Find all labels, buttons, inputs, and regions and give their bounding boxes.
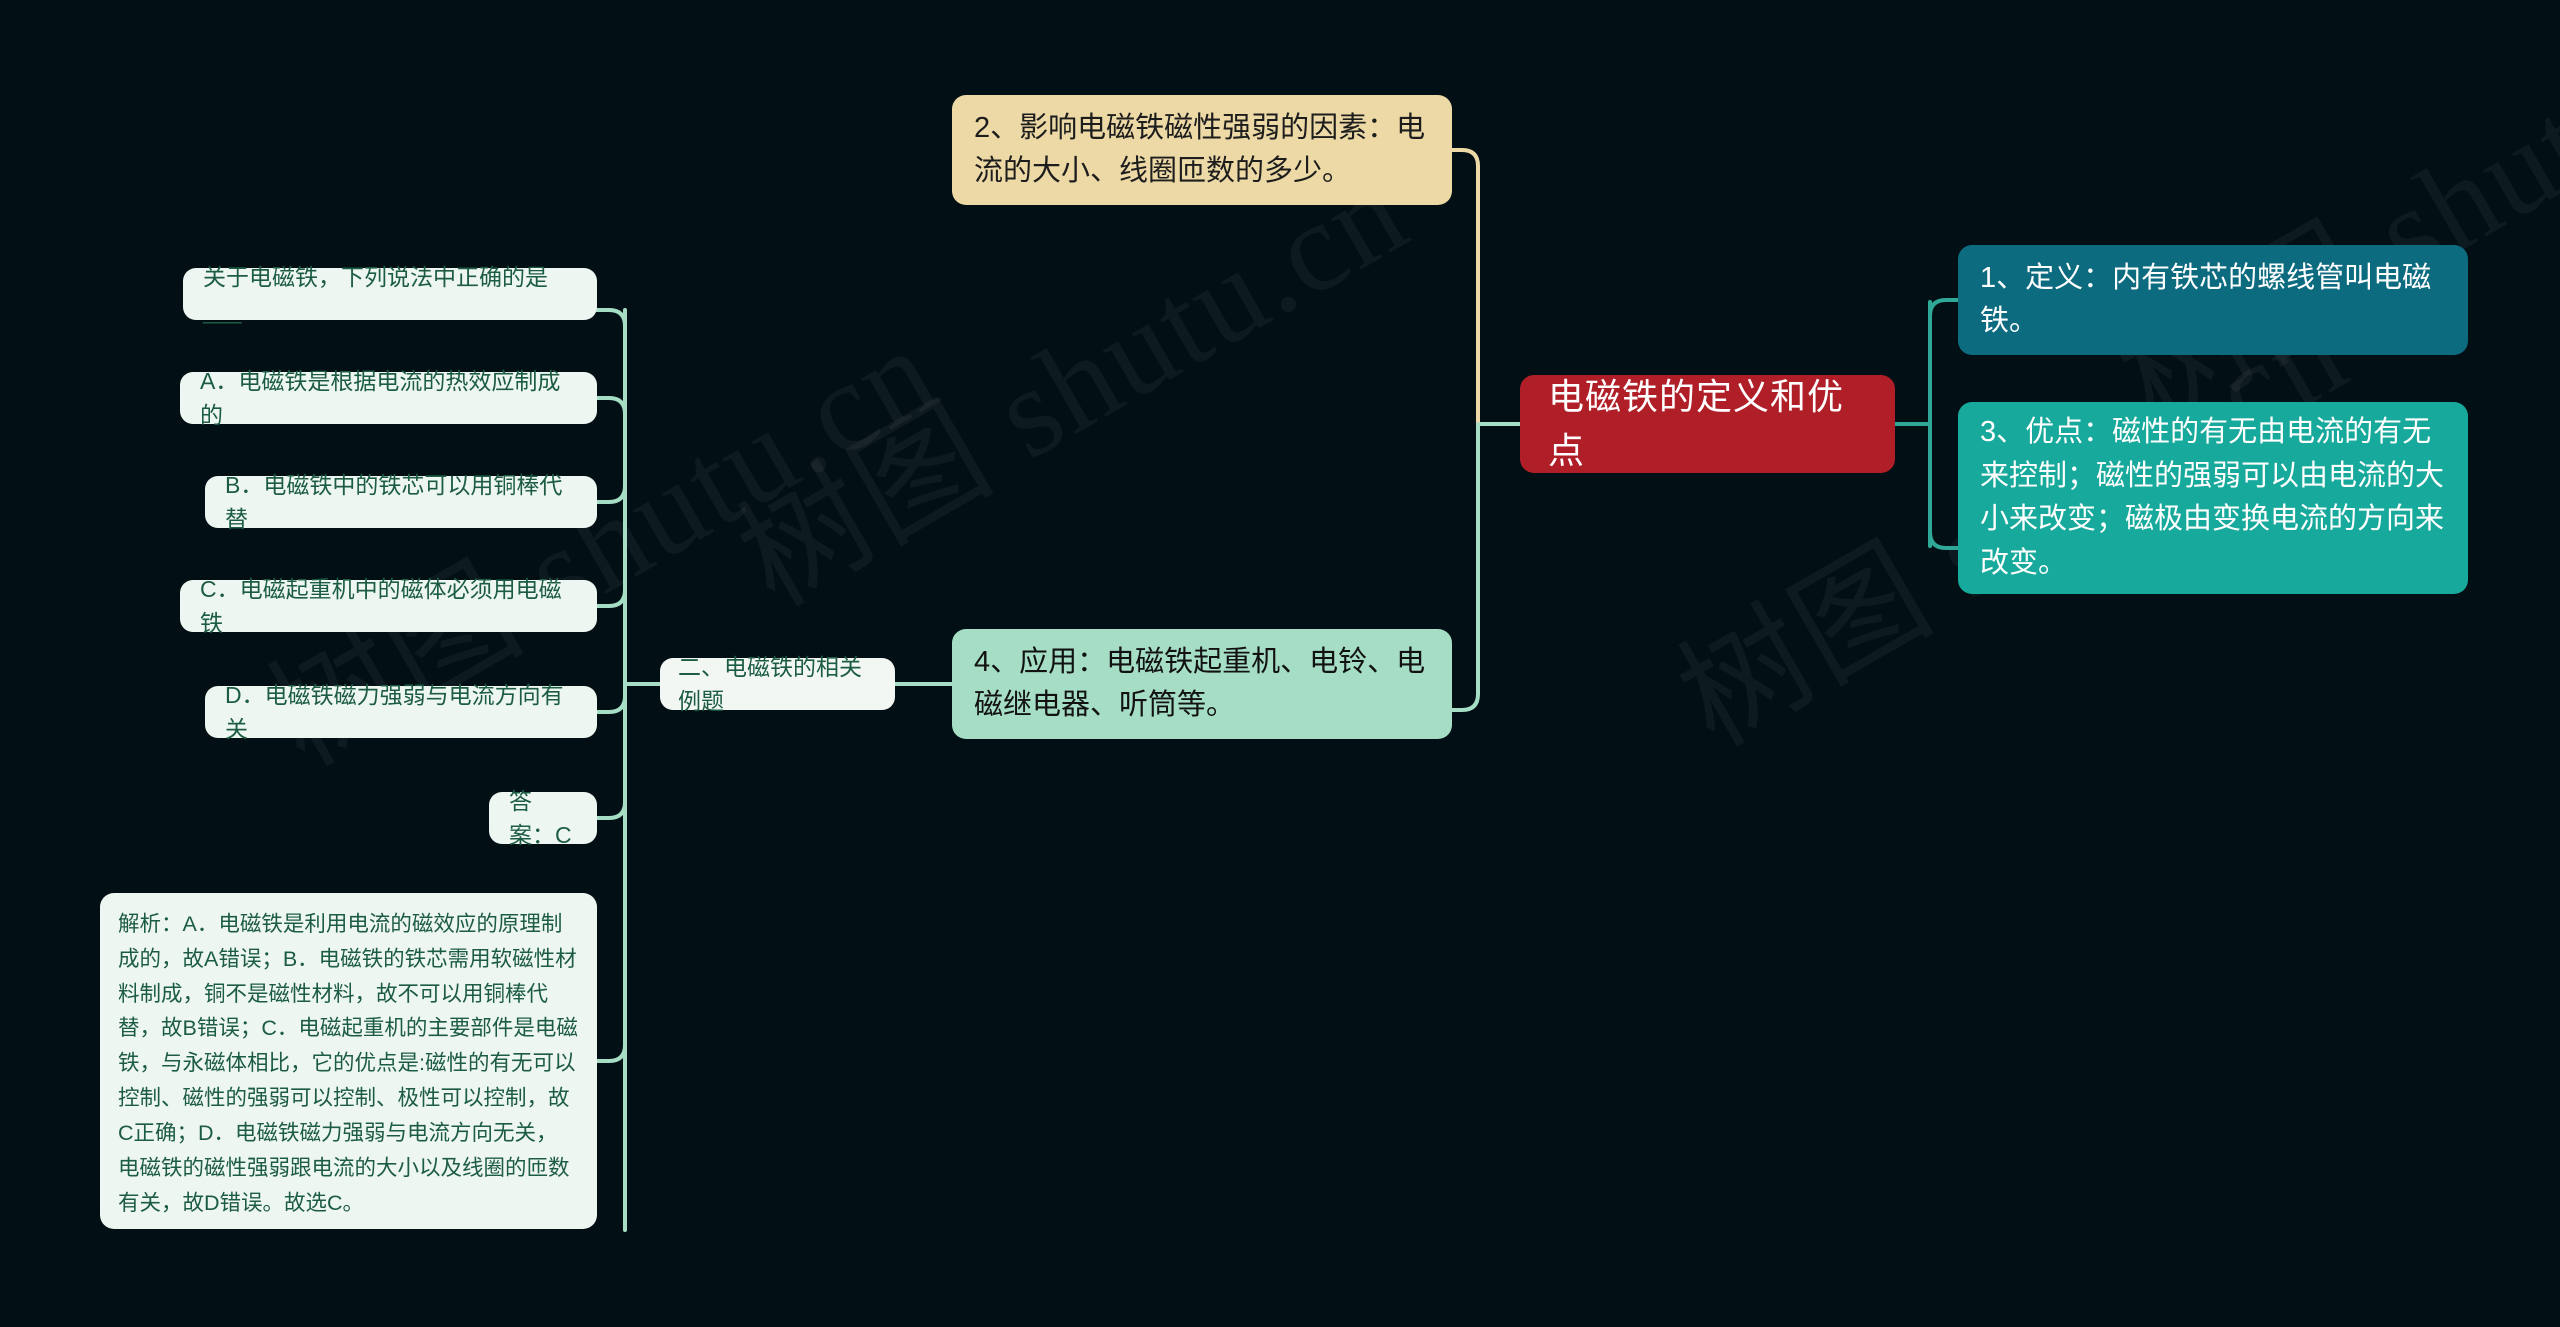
link-right-definition [1928, 298, 1960, 318]
leaf-node-option-a[interactable]: A．电磁铁是根据电流的热效应制成的 [180, 368, 597, 428]
leaf-node-option-d[interactable]: D．电磁铁磁力强弱与电流方向有关 [205, 682, 597, 742]
branch-node-examples[interactable]: 二、电磁铁的相关例题 [660, 654, 895, 714]
topic-node-applications[interactable]: 4、应用：电磁铁起重机、电铃、电磁继电器、听筒等。 [952, 629, 1452, 739]
leaf-node-analysis[interactable]: 解析：A．电磁铁是利用电流的磁效应的原理制成的，故A错误；B．电磁铁的铁芯需用软… [100, 893, 597, 1229]
link-leaf-analysis [595, 1043, 627, 1063]
topic-node-definition[interactable]: 1、定义：内有铁芯的螺线管叫电磁铁。 [1958, 245, 2468, 355]
link-leaf-option-b [595, 484, 627, 504]
mindmap-canvas: 树图 shutu.cn 树图 shutu.cn 树图 shutu.cn 树图 s… [0, 0, 2560, 1327]
link-trunk-to-applications [1450, 422, 1480, 712]
topic-node-factors[interactable]: 2、影响电磁铁磁性强弱的因素：电流的大小、线圈匝数的多少。 [952, 95, 1452, 205]
link-leaf-answer [595, 800, 627, 820]
leaf-node-option-c[interactable]: C．电磁起重机中的磁体必须用电磁铁 [180, 576, 597, 636]
link-leaf-question [595, 308, 627, 328]
link-right-advantages [1928, 530, 1960, 550]
link-leaf-option-d [595, 694, 627, 714]
link-trunk-to-factors [1450, 148, 1480, 426]
link-leaf-option-a [595, 396, 627, 416]
leaf-node-option-b[interactable]: B．电磁铁中的铁芯可以用铜棒代替 [205, 472, 597, 532]
leaf-node-question[interactable]: 关于电磁铁，下列说法中正确的是___ [183, 264, 597, 324]
topic-node-advantages[interactable]: 3、优点：磁性的有无由电流的有无来控制；磁性的强弱可以由电流的大小来改变；磁极由… [1958, 402, 2468, 594]
root-node[interactable]: 电磁铁的定义和优点 [1520, 375, 1895, 473]
link-leaf-option-c [595, 588, 627, 608]
leaf-node-answer[interactable]: 答案：C [489, 788, 597, 848]
watermark-right-upper: 树图 shutu.cn [2080, 0, 2560, 460]
